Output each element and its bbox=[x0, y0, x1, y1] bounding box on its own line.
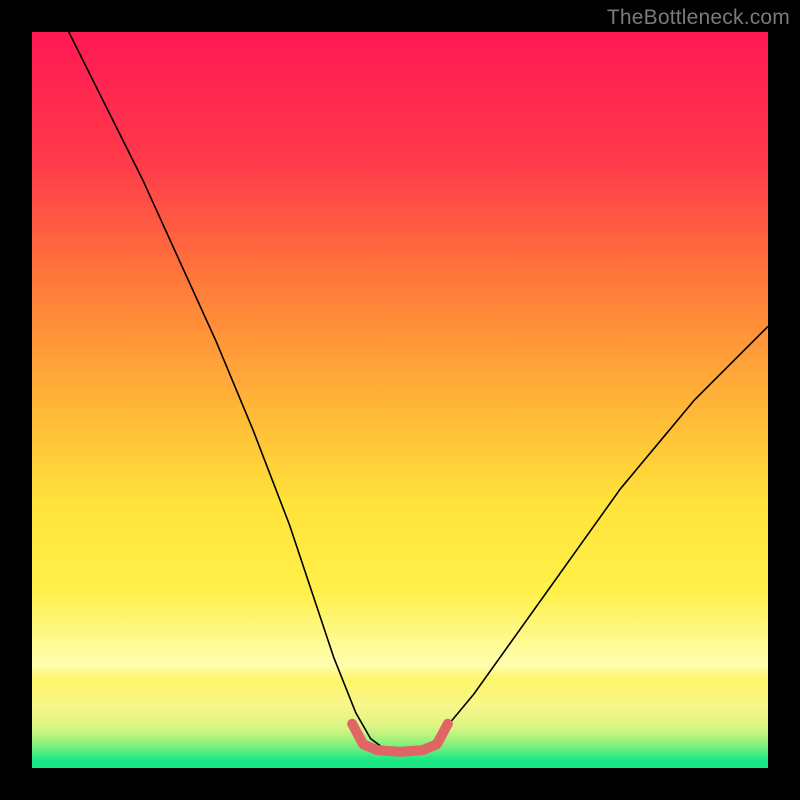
bottleneck-floor bbox=[352, 724, 448, 752]
chart-frame: TheBottleneck.com bbox=[0, 0, 800, 800]
curve-layer bbox=[32, 32, 768, 768]
bottleneck-curve bbox=[69, 32, 768, 751]
watermark-text: TheBottleneck.com bbox=[607, 6, 790, 30]
plot-area bbox=[32, 32, 768, 768]
